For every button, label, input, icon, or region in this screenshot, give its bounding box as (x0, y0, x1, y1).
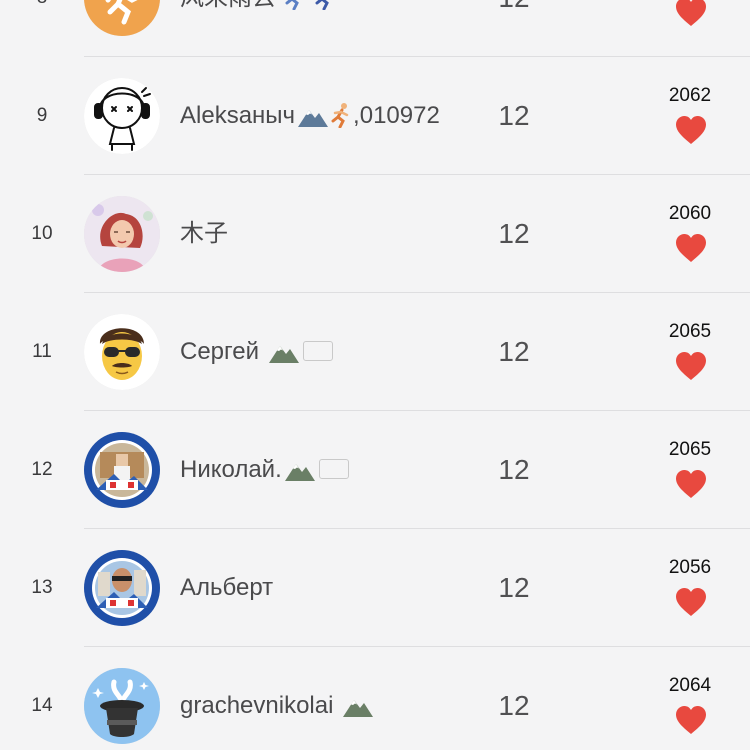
user-avatar[interactable] (84, 550, 160, 626)
activity-count: 12 (498, 690, 530, 721)
leaderboard-row[interactable]: 8 风来雨去 12 (0, 0, 750, 57)
user-name[interactable]: 木子 (180, 175, 228, 293)
heart-icon[interactable] (675, 0, 707, 27)
heart-icon[interactable] (675, 115, 707, 145)
leaderboard-row[interactable]: 11 Сергей 12 2065 (0, 293, 750, 411)
rank-number: 11 (32, 341, 52, 362)
mountain-icon (268, 298, 300, 363)
leaderboard-list: 8 风来雨去 12 (0, 0, 750, 750)
user-avatar[interactable] (84, 314, 160, 390)
heart-icon[interactable] (675, 469, 707, 499)
user-name-text: grachevnikolai (180, 692, 334, 719)
heart-icon[interactable] (675, 705, 707, 735)
leaderboard-row[interactable]: 9 Aleksаныч ,010972 12 2062 (0, 57, 750, 175)
leaderboard-row[interactable]: 14 grachevnikolai 12 2064 (0, 647, 750, 750)
user-avatar[interactable] (84, 432, 160, 508)
russia-flag-icon (302, 341, 333, 361)
rank-number: 14 (31, 695, 53, 716)
heart-icon[interactable] (675, 233, 707, 263)
user-name-text: 木子 (180, 220, 228, 247)
activity-count: 12 (498, 218, 530, 249)
like-count: 2056 (668, 557, 712, 578)
rank-number: 12 (31, 459, 53, 480)
leaderboard-row[interactable]: 13 Альберт 12 2056 (0, 529, 750, 647)
like-count: 2065 (668, 321, 712, 342)
leaderboard-row[interactable]: 12 Николай. 12 2065 (0, 411, 750, 529)
activity-count: 12 (498, 454, 530, 485)
club-badge-avatar-icon (84, 550, 160, 626)
user-name-text: Альберт (180, 574, 274, 601)
activity-count: 12 (498, 572, 530, 603)
rank-number: 10 (31, 223, 53, 244)
user-name[interactable]: Aleksаныч ,010972 (180, 57, 440, 175)
user-name-suffix: ,010972 (353, 102, 440, 129)
magic-hat-avatar-icon (84, 668, 160, 744)
user-name[interactable]: Альберт (180, 529, 273, 647)
heart-icon[interactable] (675, 587, 707, 617)
heart-icon[interactable] (675, 351, 707, 381)
leaderboard-row[interactable]: 10 木子 12 2060 (0, 175, 750, 293)
memoji-sunglasses-avatar-icon (84, 314, 160, 390)
like-count: 2065 (668, 439, 712, 460)
like-count: 2060 (668, 203, 712, 224)
user-avatar[interactable] (84, 0, 160, 36)
user-avatar[interactable] (84, 668, 160, 744)
user-name-text: Николай. (180, 456, 282, 483)
user-name[interactable]: grachevnikolai (180, 647, 374, 750)
rank-number: 13 (31, 577, 53, 598)
user-name-text: Сергей (180, 338, 260, 365)
runner-icon (329, 62, 353, 129)
user-name[interactable]: 风来雨去 (180, 0, 337, 57)
activity-count: 12 (498, 336, 530, 367)
user-avatar[interactable] (84, 78, 160, 154)
rank-number: 8 (0, 0, 84, 57)
woman-portrait-avatar-icon (84, 196, 160, 272)
activity-count: 12 (480, 0, 548, 57)
user-name-text: Aleksаныч (180, 102, 296, 129)
club-badge-avatar-icon (84, 432, 160, 508)
belarus-flag-icon (318, 459, 349, 479)
running-figure-avatar-icon (84, 0, 160, 36)
mountain-icon (297, 62, 329, 127)
user-name[interactable]: Сергей (180, 293, 333, 411)
rank-number: 9 (36, 105, 48, 126)
mountain-icon (284, 416, 316, 481)
user-name-text: 风来雨去 (180, 0, 276, 11)
like-count: 2062 (668, 85, 712, 106)
user-name[interactable]: Николай. (180, 411, 349, 529)
user-avatar[interactable] (84, 196, 160, 272)
headphones-cartoon-avatar-icon (84, 78, 160, 154)
activity-count: 12 (498, 100, 530, 131)
mountain-icon (342, 652, 374, 717)
like-count: 2064 (668, 675, 712, 696)
